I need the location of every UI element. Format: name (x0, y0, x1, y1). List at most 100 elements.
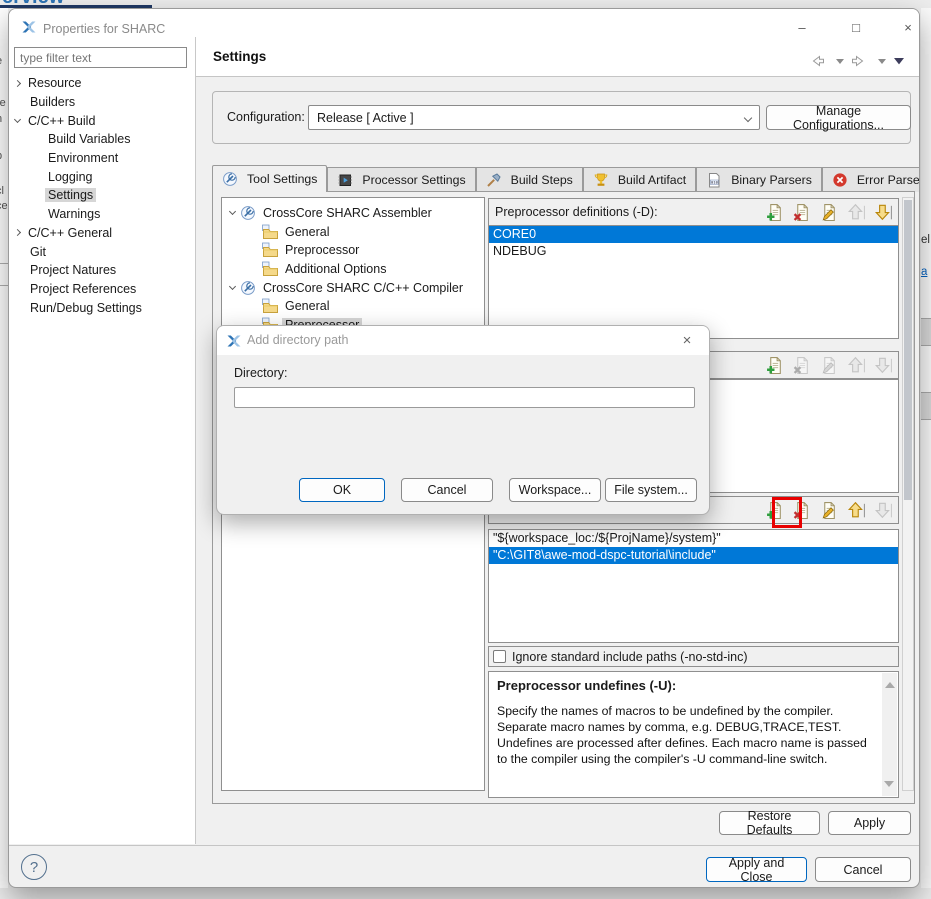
chevron-down-icon[interactable] (229, 283, 236, 290)
tool-tree-assembler-general[interactable]: General (226, 223, 484, 242)
wrench-icon (240, 205, 256, 221)
processor-icon (337, 172, 353, 188)
undefines-help-box: Preprocessor undefines (-U): Specify the… (488, 671, 899, 798)
view-menu-icon[interactable] (893, 56, 905, 66)
tool-tree-assembler-preprocessor[interactable]: Preprocessor (226, 241, 484, 260)
configuration-value: Release [ Active ] (317, 111, 414, 125)
crosscore-logo-icon (21, 19, 37, 35)
annotation-highlight-box (772, 497, 802, 528)
properties-nav-panel: Resource Builders C/C++ Build Build Vari… (9, 37, 196, 844)
help-button[interactable]: ? (21, 854, 47, 880)
delete-icon (793, 356, 811, 374)
ok-button[interactable]: OK (299, 478, 385, 502)
tool-tree-additional-options[interactable]: Additional Options (226, 260, 484, 279)
back-arrow-icon[interactable] (809, 53, 825, 69)
restore-defaults-button[interactable]: Restore Defaults (719, 811, 820, 835)
tree-item-warnings[interactable]: Warnings (9, 205, 195, 224)
tree-item-run-debug-settings[interactable]: Run/Debug Settings (9, 298, 195, 317)
edge-link-fragment: a (921, 266, 927, 278)
wrench-icon (240, 280, 256, 296)
binary-file-icon (706, 172, 722, 188)
tree-item-project-references[interactable]: Project References (9, 280, 195, 299)
include-path-item[interactable]: "C:\GIT8\awe-mod-dspc-tutorial\include" (489, 547, 898, 564)
scrollbar-thumb[interactable] (904, 200, 912, 500)
cancel-button[interactable]: Cancel (815, 857, 911, 882)
wrench-icon (222, 171, 238, 187)
trophy-icon (593, 172, 609, 188)
edge-text: ce (0, 200, 8, 212)
chevron-right-icon[interactable] (14, 229, 21, 236)
ignore-standard-includes-checkbox[interactable] (493, 650, 506, 663)
forward-dropdown-icon[interactable] (877, 57, 887, 66)
tree-item-environment[interactable]: Environment (9, 149, 195, 168)
tree-item-resource[interactable]: Resource (9, 74, 195, 93)
configuration-label: Configuration: (227, 110, 305, 124)
directory-label: Directory: (234, 366, 287, 380)
undefines-title: Preprocessor undefines (-U): (497, 678, 876, 693)
ignore-standard-includes-label: Ignore standard include paths (-no-std-i… (512, 650, 748, 664)
definition-item[interactable]: NDEBUG (489, 243, 898, 260)
edit-icon[interactable] (820, 203, 838, 221)
apply-button[interactable]: Apply (828, 811, 911, 835)
add-icon[interactable] (766, 203, 784, 221)
settings-tabs: Tool Settings Processor Settings Build S… (212, 165, 920, 192)
chevron-down-icon[interactable] (229, 208, 236, 215)
move-down-icon (874, 356, 892, 374)
forward-arrow-icon[interactable] (851, 53, 867, 69)
screen: erview e re n p cl ce l el a Properties … (0, 0, 931, 899)
edge-text: n (0, 113, 2, 125)
file-system-button[interactable]: File system... (605, 478, 697, 502)
move-up-icon[interactable] (847, 501, 865, 519)
help-scrollbar[interactable] (882, 673, 897, 796)
definitions-list: CORE0 NDEBUG (488, 225, 899, 339)
back-dropdown-icon[interactable] (835, 57, 845, 66)
background-left-edge: e re n p cl ce l (0, 8, 8, 888)
directory-input[interactable] (234, 387, 695, 408)
add-cancel-button[interactable]: Cancel (401, 478, 493, 502)
tree-item-git[interactable]: Git (9, 242, 195, 261)
delete-icon[interactable] (793, 203, 811, 221)
tab-tool-settings[interactable]: Tool Settings (212, 165, 327, 192)
chevron-down-icon (744, 114, 752, 122)
tool-tree-assembler[interactable]: CrossCore SHARC Assembler (226, 204, 484, 223)
tree-item-project-natures[interactable]: Project Natures (9, 261, 195, 280)
close-button[interactable]: × (893, 19, 920, 39)
tab-error-parsers[interactable]: Error Parsers (822, 167, 920, 192)
tool-tree-compiler[interactable]: CrossCore SHARC C/C++ Compiler (226, 278, 484, 297)
scroll-down-icon[interactable] (884, 781, 894, 792)
configuration-select[interactable]: Release [ Active ] (308, 105, 760, 130)
workspace-button[interactable]: Workspace... (509, 478, 601, 502)
tree-item-logging[interactable]: Logging (9, 167, 195, 186)
chevron-right-icon[interactable] (14, 80, 21, 87)
add-icon[interactable] (766, 356, 784, 374)
tree-item-cpp-general[interactable]: C/C++ General (9, 224, 195, 243)
edit-icon (820, 356, 838, 374)
panel-scrollbar[interactable] (902, 197, 914, 791)
ignore-standard-includes-row: Ignore standard include paths (-no-std-i… (488, 646, 899, 667)
folder-icon (262, 298, 278, 314)
definition-item[interactable]: CORE0 (489, 226, 898, 243)
tab-build-artifact[interactable]: Build Artifact (583, 167, 696, 192)
edit-icon[interactable] (820, 501, 838, 519)
manage-configurations-button[interactable]: Manage Configurations... (766, 105, 911, 130)
maximize-button[interactable]: □ (841, 19, 871, 39)
properties-tree: Resource Builders C/C++ Build Build Vari… (9, 74, 195, 317)
tree-item-cpp-build[interactable]: C/C++ Build (9, 111, 195, 130)
tree-item-builders[interactable]: Builders (9, 93, 195, 112)
tab-processor-settings[interactable]: Processor Settings (327, 167, 475, 192)
close-icon[interactable]: × (675, 330, 699, 352)
tab-binary-parsers[interactable]: Binary Parsers (696, 167, 822, 192)
include-path-item[interactable]: "${workspace_loc:/${ProjName}/system}" (489, 530, 898, 547)
tool-tree-compiler-general[interactable]: General (226, 297, 484, 316)
move-down-icon[interactable] (874, 203, 892, 221)
folder-icon (262, 224, 278, 240)
apply-and-close-button[interactable]: Apply and Close (706, 857, 807, 882)
scroll-up-icon[interactable] (885, 677, 895, 688)
page-title: Settings (213, 49, 266, 64)
tab-build-steps[interactable]: Build Steps (476, 167, 583, 192)
filter-input[interactable] (14, 47, 187, 68)
chevron-down-icon[interactable] (14, 116, 21, 123)
tree-item-settings[interactable]: Settings (9, 186, 195, 205)
minimize-button[interactable]: – (787, 19, 817, 39)
tree-item-build-variables[interactable]: Build Variables (9, 130, 195, 149)
